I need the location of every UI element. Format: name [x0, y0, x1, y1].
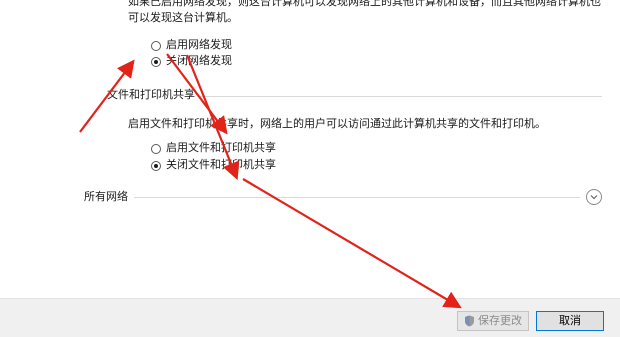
annotation-arrow: [79, 59, 135, 133]
annotation-arrow: [242, 178, 462, 309]
annotation-arrow: [166, 53, 228, 135]
annotation-arrows: [79, 53, 462, 309]
annotation-arrow: [185, 54, 240, 181]
